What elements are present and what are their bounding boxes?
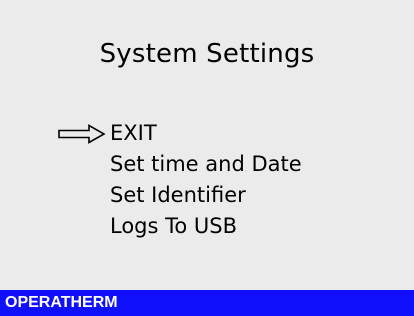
right-arrow-outline-icon	[58, 124, 106, 144]
menu-item-label: Logs To USB	[110, 214, 238, 238]
menu-item-logs-to-usb[interactable]: Logs To USB	[58, 211, 388, 242]
page-title: System Settings	[99, 39, 315, 69]
menu-item-label: Set time and Date	[110, 152, 302, 176]
menu-item-set-identifier[interactable]: Set Identifier	[58, 180, 388, 211]
brand-label: OPERATHERM	[5, 294, 118, 311]
menu-item-exit[interactable]: EXIT	[58, 118, 388, 149]
menu-item-set-time-and-date[interactable]: Set time and Date	[58, 149, 388, 180]
menu-item-label: Set Identifier	[110, 183, 246, 207]
status-bar: OPERATHERM	[0, 290, 414, 316]
settings-menu: EXIT Set time and Date Set Identifier Lo…	[58, 118, 388, 242]
device-screen: System Settings EXIT Set time and Date S…	[0, 0, 414, 316]
menu-item-label: EXIT	[110, 121, 157, 145]
